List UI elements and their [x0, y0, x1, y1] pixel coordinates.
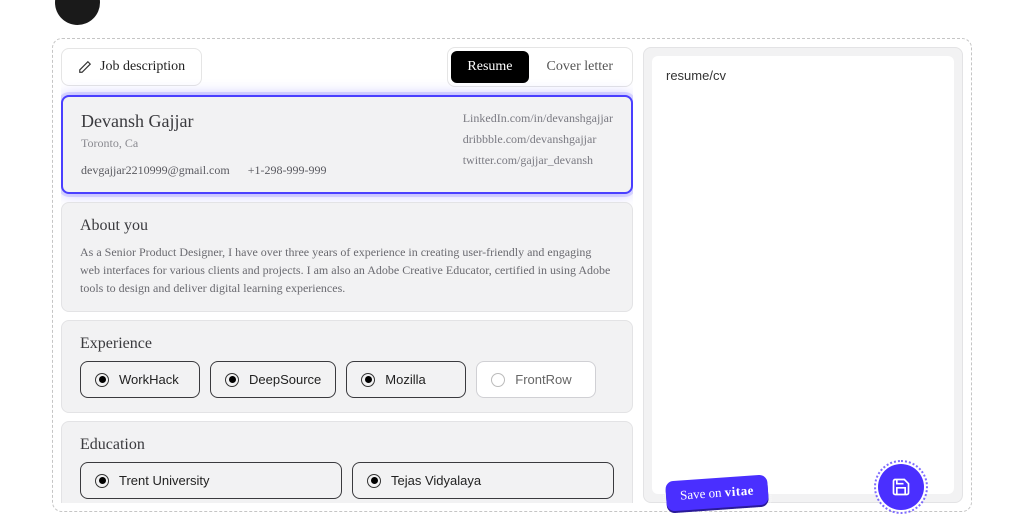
experience-chip-workhack[interactable]: WorkHack: [80, 361, 200, 398]
about-title: About you: [80, 217, 614, 235]
job-description-label: Job description: [100, 59, 185, 75]
preview-inner[interactable]: resume/cv: [652, 56, 954, 494]
radio-icon: [95, 474, 109, 488]
chip-label: FrontRow: [515, 372, 571, 387]
education-chip-trent[interactable]: Trent University: [80, 462, 342, 499]
preview-panel: resume/cv Save on vitae: [643, 47, 963, 503]
chip-label: Mozilla: [385, 372, 425, 387]
chip-label: Tejas Vidyalaya: [391, 473, 481, 488]
link-twitter: twitter.com/gajjar_devansh: [463, 153, 613, 168]
person-location: Toronto, Ca: [81, 136, 443, 151]
link-linkedin: LinkedIn.com/in/devanshgajjar: [463, 111, 613, 126]
experience-chip-deepsource[interactable]: DeepSource: [210, 361, 336, 398]
education-chips: Trent University Tejas Vidyalaya: [80, 462, 614, 499]
experience-title: Experience: [80, 335, 614, 353]
save-badge[interactable]: Save on vitae: [665, 474, 769, 511]
about-body: As a Senior Product Designer, I have ove…: [80, 243, 614, 297]
tab-resume[interactable]: Resume: [451, 51, 528, 83]
doc-type-tabs: Resume Cover letter: [447, 47, 633, 87]
education-card[interactable]: Education Trent University Tejas Vidyala…: [61, 421, 633, 503]
profile-card[interactable]: Devansh Gajjar Toronto, Ca devgajjar2210…: [61, 95, 633, 194]
preview-label: resume/cv: [666, 68, 940, 83]
education-title: Education: [80, 436, 614, 454]
about-card[interactable]: About you As a Senior Product Designer, …: [61, 202, 633, 312]
top-actions-row: Job description Resume Cover letter: [61, 47, 633, 87]
radio-icon: [361, 373, 375, 387]
education-chip-tejas[interactable]: Tejas Vidyalaya: [352, 462, 614, 499]
radio-icon: [225, 373, 239, 387]
pencil-icon: [78, 60, 92, 74]
save-icon: [891, 477, 911, 497]
profile-links: LinkedIn.com/in/devanshgajjar dribbble.c…: [463, 111, 613, 178]
save-fab[interactable]: [878, 464, 924, 510]
experience-chip-mozilla[interactable]: Mozilla: [346, 361, 466, 398]
profile-left: Devansh Gajjar Toronto, Ca devgajjar2210…: [81, 111, 443, 178]
experience-chips: WorkHack DeepSource Mozilla FrontRow: [80, 361, 614, 398]
job-description-button[interactable]: Job description: [61, 48, 202, 86]
contact-row: devgajjar2210999@gmail.com +1-298-999-99…: [81, 163, 443, 178]
save-prefix: Save on: [680, 484, 726, 502]
radio-icon: [491, 373, 505, 387]
left-column: Job description Resume Cover letter Deva…: [61, 47, 633, 503]
experience-card[interactable]: Experience WorkHack DeepSource Mozilla F…: [61, 320, 633, 413]
main-container: Job description Resume Cover letter Deva…: [52, 38, 972, 512]
contact-phone: +1-298-999-999: [248, 163, 327, 178]
experience-chip-frontrow[interactable]: FrontRow: [476, 361, 596, 398]
radio-icon: [95, 373, 109, 387]
contact-email: devgajjar2210999@gmail.com: [81, 163, 230, 178]
save-brand: vitae: [724, 482, 754, 499]
link-dribbble: dribbble.com/devanshgajjar: [463, 132, 613, 147]
chip-label: DeepSource: [249, 372, 321, 387]
avatar[interactable]: [55, 0, 100, 25]
person-name: Devansh Gajjar: [81, 111, 443, 132]
right-column: resume/cv Save on vitae: [643, 47, 963, 503]
radio-icon: [367, 474, 381, 488]
tab-cover-letter[interactable]: Cover letter: [531, 51, 629, 83]
chip-label: Trent University: [119, 473, 210, 488]
chip-label: WorkHack: [119, 372, 179, 387]
